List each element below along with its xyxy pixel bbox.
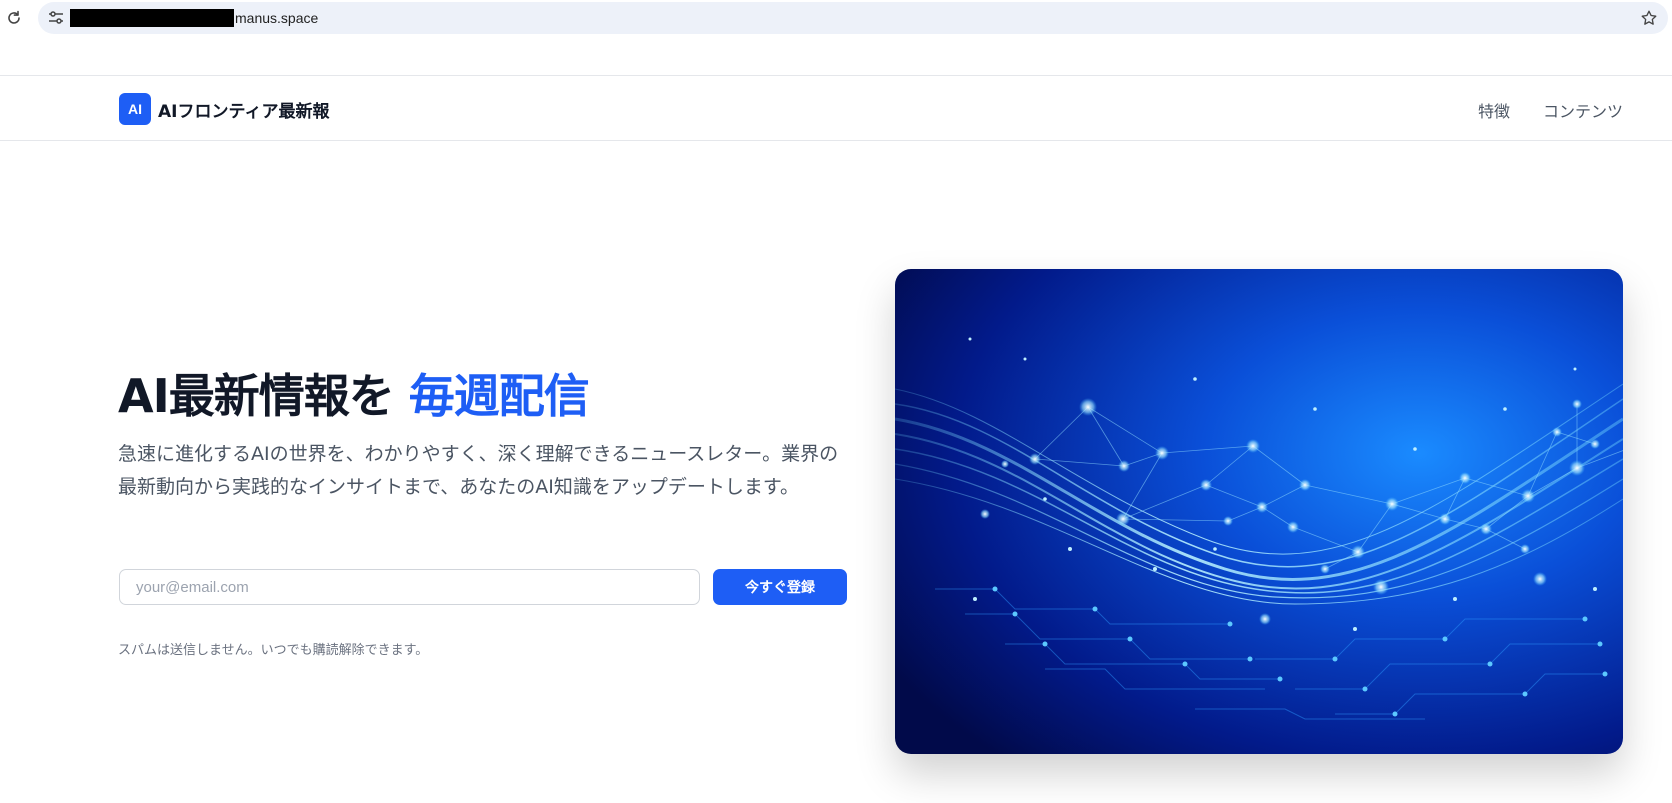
site-info-icon[interactable] [46,9,66,27]
site-header: AI AIフロンティア最新報 特徴 コンテンツ [0,75,1672,141]
email-input[interactable] [119,569,700,605]
hero-title-accent: 毎週配信 [408,369,590,423]
signup-button[interactable]: 今すぐ登録 [713,569,847,605]
logo-badge[interactable]: AI [119,93,151,125]
hero-title: AI最新情報を 毎週配信 [118,360,590,426]
url-text[interactable]: manus.space [235,10,318,26]
privacy-note: スパムは送信しません。いつでも購読解除できます。 [118,643,429,658]
browser-toolbar: manus.space [0,0,1672,36]
nav-link-contents[interactable]: コンテンツ [1543,98,1623,122]
redacted-url-segment [70,9,234,27]
hero-illustration [895,269,1623,754]
bookmark-star-icon[interactable] [1640,9,1658,27]
address-bar[interactable]: manus.space [38,2,1668,34]
nav-link-features[interactable]: 特徴 [1478,98,1510,122]
reload-icon[interactable] [4,8,24,28]
site-logo-text[interactable]: AIフロンティア最新報 [158,97,329,122]
hero-description: 急速に進化するAIの世界を、わかりやすく、深く理解できるニュースレター。業界の最… [118,443,839,498]
hero-title-main: AI最新情報を [118,369,395,423]
network-wave-illustration [895,269,1623,754]
